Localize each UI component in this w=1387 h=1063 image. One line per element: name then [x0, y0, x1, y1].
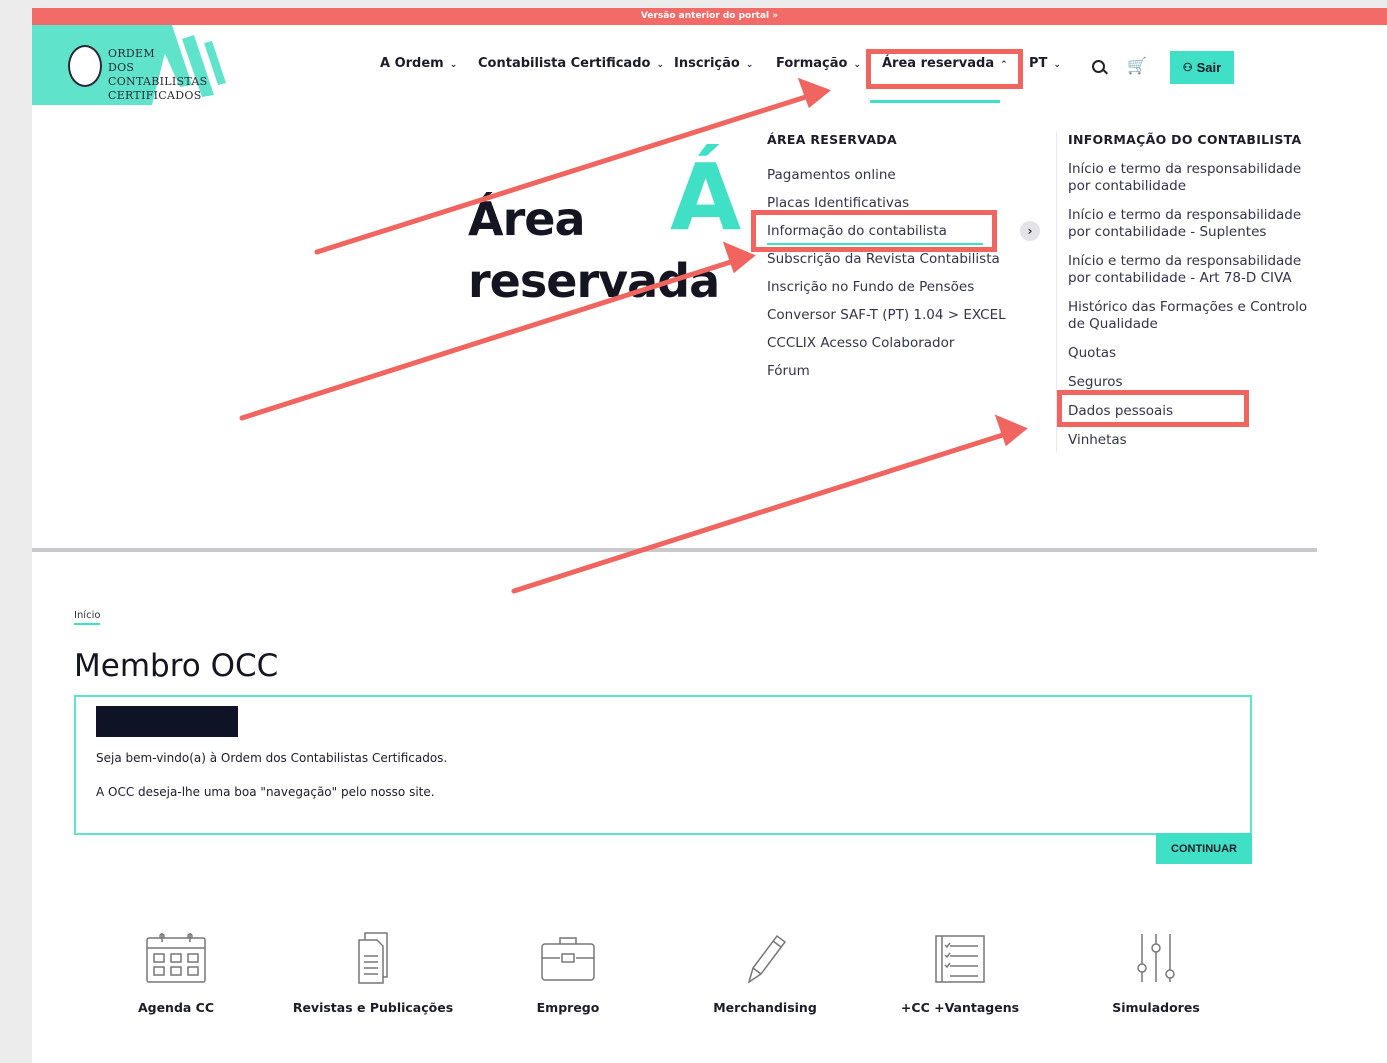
- arrow-2: [239, 257, 740, 421]
- arrow-head-3: [994, 414, 1028, 447]
- arrow-1: [314, 92, 815, 255]
- annotation-arrows: [239, 77, 1028, 594]
- arrow-3: [511, 430, 1012, 594]
- page: Versão anterior do portal » ORDEM DOS CO…: [32, 8, 1387, 1063]
- arrow-head-1: [797, 77, 831, 109]
- arrow-head-2: [722, 241, 756, 274]
